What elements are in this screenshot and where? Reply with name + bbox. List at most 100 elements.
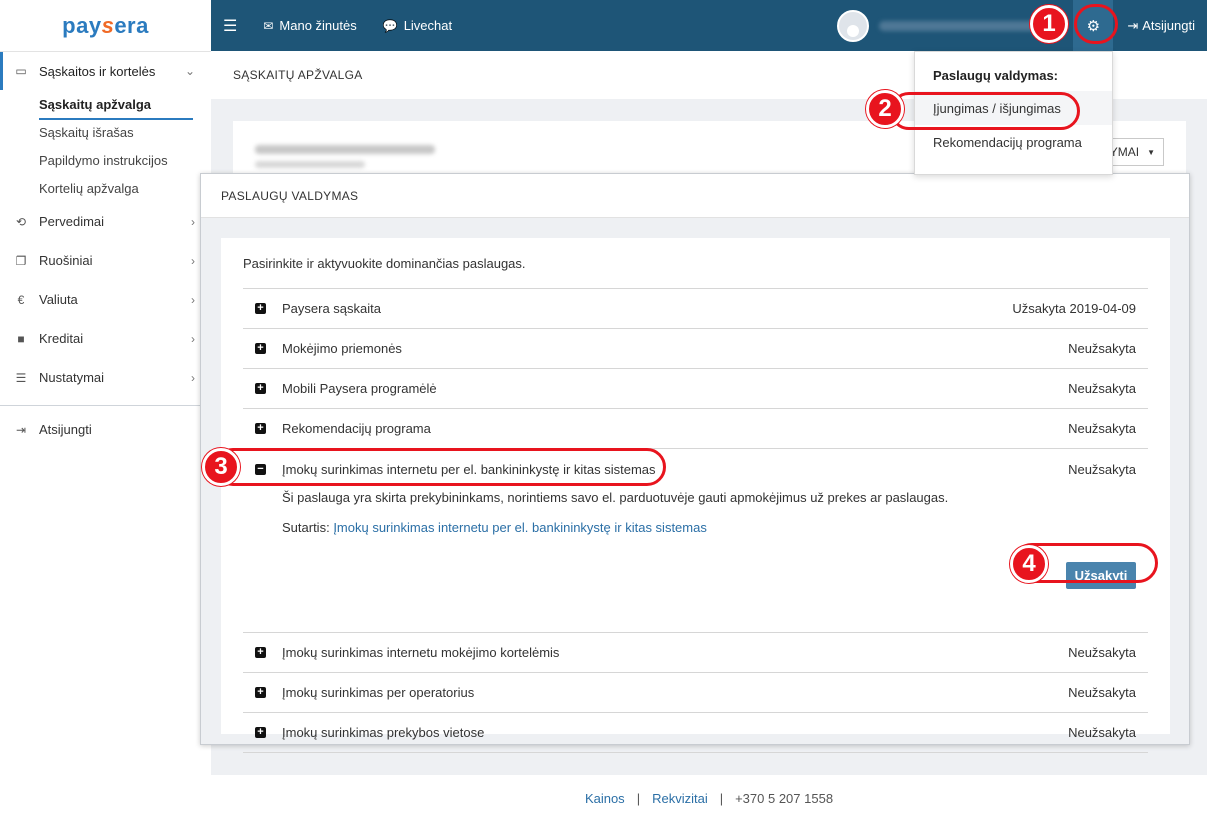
sidebar-subitem-topup-instructions[interactable]: Papildymo instrukcijos [39, 146, 211, 174]
service-status: Neužsakyta [1068, 725, 1136, 740]
settings-gear-button[interactable]: ⚙ [1073, 0, 1114, 51]
copy-icon: ❐ [15, 253, 27, 268]
service-contract: Sutartis: Įmokų surinkimas internetu per… [282, 520, 707, 535]
user-name-blurred[interactable] [879, 20, 1050, 31]
service-row[interactable]: + Įmokų surinkimas prekybos vietose Neuž… [243, 713, 1148, 753]
sidebar-subnav: Sąskaitų apžvalga Sąskaitų išrašas Papil… [0, 90, 211, 202]
service-status: Neužsakyta [1068, 381, 1136, 396]
sidebar-item-currency[interactable]: € Valiuta › [0, 280, 211, 319]
minus-icon[interactable]: − [255, 463, 266, 475]
logo-text: paysera [62, 12, 149, 38]
footer-details-link[interactable]: Rekvizitai [652, 791, 708, 806]
plus-icon[interactable]: + [255, 727, 266, 738]
service-name: Paysera sąskaita [282, 301, 381, 316]
sidebar: paysera ▭ Sąskaitos ir kortelės ⌄ Sąskai… [0, 0, 211, 822]
annotation-badge-4: 4 [1010, 545, 1048, 583]
account-number-blurred [255, 161, 365, 168]
sliders-icon: ☰ [15, 370, 27, 385]
sidebar-subitem-account-statement[interactable]: Sąskaitų išrašas [39, 118, 211, 146]
chat-bubbles-icon: 💬 [382, 18, 398, 33]
sidebar-item-label: Ruošiniai [39, 253, 93, 268]
service-row[interactable]: + Įmokų surinkimas per operatorius Neužs… [243, 673, 1148, 713]
plus-icon[interactable]: + [255, 423, 266, 434]
chevron-down-icon: ⌄ [184, 64, 195, 78]
annotation-badge-3: 3 [202, 448, 240, 486]
sidebar-item-label: Kreditai [39, 331, 84, 346]
plus-icon[interactable]: + [255, 303, 266, 314]
account-actions-select[interactable]: YMAI ▼ [1110, 138, 1164, 166]
gear-icon: ⚙ [1086, 17, 1101, 35]
sidebar-item-label: Nustatymai [39, 370, 105, 385]
sidebar-item-logout[interactable]: ⇥ Atsijungti [0, 410, 211, 449]
order-button[interactable]: Užsakyti [1066, 562, 1136, 589]
service-status: Neužsakyta [1068, 685, 1136, 700]
dropdown-title: Paslaugų valdymas: [933, 68, 1058, 83]
sidebar-item-label: Pervedimai [39, 214, 105, 229]
euro-icon: € [17, 292, 25, 307]
sidebar-item-settings[interactable]: ☰ Nustatymai › [0, 358, 211, 397]
sidebar-item-transfers[interactable]: ⟲ Pervedimai › [0, 202, 211, 241]
chevron-right-icon: › [191, 370, 195, 385]
livechat-link[interactable]: 💬 Livechat [383, 18, 452, 33]
caret-down-icon: ▼ [1147, 147, 1155, 157]
service-name: Įmokų surinkimas prekybos vietose [282, 725, 485, 740]
chevron-right-icon: › [191, 331, 195, 346]
service-row[interactable]: + Rekomendacijų programa Neužsakyta [243, 409, 1148, 449]
service-description: Ši paslauga yra skirta prekybininkams, n… [282, 490, 949, 505]
dropdown-item-enable-disable[interactable]: Įjungimas / išjungimas [915, 91, 1112, 125]
annotation-badge-1: 1 [1030, 5, 1068, 43]
footer-prices-link[interactable]: Kainos [585, 791, 625, 806]
plus-icon[interactable]: + [255, 343, 266, 354]
plus-icon[interactable]: + [255, 687, 266, 698]
chevron-right-icon: › [191, 292, 195, 307]
service-name: Įmokų surinkimas internetu per el. banki… [282, 461, 656, 477]
plus-icon[interactable]: + [255, 647, 266, 658]
modal-title: PASLAUGŲ VALDYMAS [201, 174, 1189, 218]
service-row[interactable]: + Mokėjimo priemonės Neužsakyta [243, 329, 1148, 369]
modal-body: Pasirinkite ir aktyvuokite dominančias p… [221, 238, 1170, 753]
sidebar-item-label: Sąskaitos ir kortelės [39, 63, 156, 79]
sidebar-subitem-account-overview[interactable]: Sąskaitų apžvalga [39, 90, 211, 120]
dropdown-item-referral-program[interactable]: Rekomendacijų programa [915, 125, 1112, 159]
service-name: Mokėjimo priemonės [282, 341, 402, 356]
service-name: Įmokų surinkimas per operatorius [282, 685, 475, 700]
briefcase-icon: ■ [17, 331, 25, 346]
modal-intro: Pasirinkite ir aktyvuokite dominančias p… [243, 238, 1148, 289]
account-name-blurred [255, 145, 435, 154]
services-modal: PASLAUGŲ VALDYMAS Pasirinkite ir aktyvuo… [200, 173, 1190, 753]
hamburger-menu-icon[interactable]: ☰ [223, 16, 237, 36]
service-status: Užsakyta 2019-04-09 [1012, 301, 1136, 316]
service-name: Įmokų surinkimas internetu mokėjimo kort… [282, 645, 560, 660]
service-name: Mobili Paysera programėlė [282, 381, 437, 396]
envelope-icon: ✉ [263, 18, 274, 33]
chevron-right-icon: › [191, 214, 195, 229]
contract-link[interactable]: Įmokų surinkimas internetu per el. banki… [333, 520, 707, 535]
logout-icon: ⇥ [15, 422, 27, 437]
paysera-logo[interactable]: paysera [0, 0, 211, 51]
sidebar-item-templates[interactable]: ❐ Ruošiniai › [0, 241, 211, 280]
service-status: Neužsakyta [1068, 421, 1136, 436]
service-status: Neužsakyta [1068, 461, 1136, 477]
service-row[interactable]: + Paysera sąskaita Užsakyta 2019-04-09 [243, 289, 1148, 329]
sidebar-divider [0, 405, 211, 406]
service-row-expanded[interactable]: − Įmokų surinkimas internetu per el. ban… [243, 449, 1148, 489]
sidebar-nav: ▭ Sąskaitos ir kortelės ⌄ Sąskaitų apžva… [0, 51, 211, 449]
annotation-badge-2: 2 [866, 90, 904, 128]
messages-link[interactable]: ✉ Mano žinutės [263, 18, 356, 33]
service-row[interactable]: + Mobili Paysera programėlė Neužsakyta [243, 369, 1148, 409]
user-avatar-icon [847, 24, 860, 37]
sidebar-item-accounts[interactable]: ▭ Sąskaitos ir kortelės ⌄ [0, 52, 211, 90]
avatar[interactable] [837, 9, 870, 42]
footer: Kainos | Rekvizitai | +370 5 207 1558 [211, 775, 1207, 822]
service-status: Neužsakyta [1068, 645, 1136, 660]
plus-icon[interactable]: + [255, 383, 266, 394]
sidebar-item-credits[interactable]: ■ Kreditai › [0, 319, 211, 358]
cards-icon: ▭ [15, 64, 27, 78]
services-dropdown: Paslaugų valdymas: Įjungimas / išjungima… [914, 51, 1113, 175]
chevron-right-icon: › [191, 253, 195, 268]
service-row[interactable]: + Įmokų surinkimas internetu mokėjimo ko… [243, 633, 1148, 673]
sidebar-item-label: Atsijungti [39, 422, 92, 437]
sidebar-subitem-card-overview[interactable]: Kortelių apžvalga [39, 174, 211, 202]
topbar-logout-button[interactable]: ⇥ Atsijungti [1127, 18, 1195, 34]
service-name: Rekomendacijų programa [282, 421, 431, 436]
